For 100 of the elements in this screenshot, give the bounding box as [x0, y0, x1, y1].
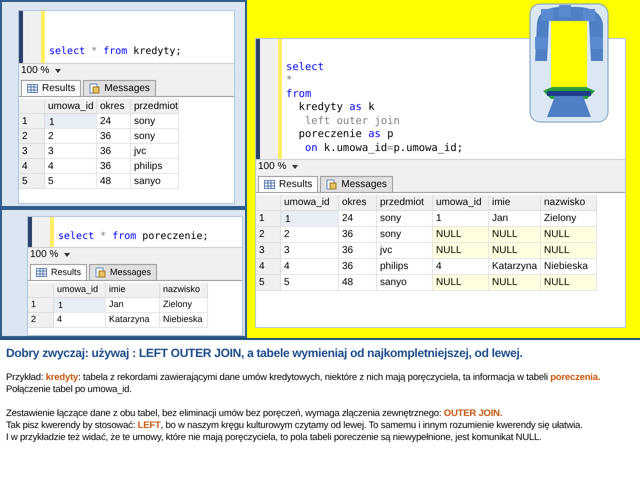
table-cell: 36	[339, 227, 377, 243]
table-cell: 36	[339, 243, 377, 259]
code-line: on k.umowa_id=p.umowa_id;	[304, 142, 464, 155]
heading: Dobry zwyczaj: używaj : LEFT OUTER JOIN, a tabele wymieniaj od najkompletniejszej, od lewej.	[6, 346, 524, 360]
column-header: nazwisko	[541, 195, 597, 211]
table-cell: Jan	[106, 298, 160, 313]
document-icon	[89, 83, 100, 94]
paragraph: I w przykładzie też widać, że te umowy, które nie mają poręczyciela, to pola tabeli poreczenie są niewypełnione, jest komunikat NULL.	[6, 432, 543, 444]
row-number: 4	[256, 259, 281, 275]
row-number: 3	[19, 144, 45, 159]
corner-header	[256, 195, 281, 211]
table-cell: 5	[45, 174, 97, 189]
row-number: 2	[256, 227, 281, 243]
table-cell: 36	[97, 144, 131, 159]
table-cell: NULL	[489, 243, 541, 259]
column-header: przedmiot	[377, 195, 433, 211]
table-cell: philips	[131, 159, 179, 174]
code-line: select * from kredyty;	[49, 45, 182, 59]
corner-header	[19, 99, 45, 114]
column-header: nazwisko	[160, 283, 208, 298]
paragraph: Przykład: kredyty: tabela z rekordami zawierającymi dane umów kredytowych, niektóre z nich mają poręczyciela, ta informacja w tabeli poreczenia. Połączenie tabel po umowa_id.	[6, 372, 602, 396]
table-cell: NULL	[433, 227, 489, 243]
code-line: select	[286, 60, 325, 74]
row-number: 5	[256, 275, 281, 291]
table-cell: NULL	[541, 275, 597, 291]
table-cell: NULL	[541, 243, 597, 259]
tab[interactable]: Messages	[320, 176, 393, 192]
dropdown-icon[interactable]	[55, 68, 62, 72]
document-icon	[326, 179, 338, 190]
code-line: *	[286, 74, 294, 88]
code-line: kredyty as k	[298, 101, 376, 114]
table-cell: 36	[339, 259, 377, 275]
tab[interactable]: Results	[21, 80, 82, 96]
table-cell: sony	[131, 114, 179, 129]
table-cell: 48	[97, 174, 131, 189]
tab[interactable]: Messages	[83, 80, 156, 96]
row-number: 4	[19, 159, 45, 174]
row-number: 1	[28, 298, 54, 313]
table-cell: 36	[97, 129, 131, 144]
table-cell: NULL	[433, 243, 489, 259]
column-header: imie	[106, 283, 160, 298]
table-cell: 24	[339, 211, 377, 227]
table-cell: 48	[339, 275, 377, 291]
table-cell: Zielony	[160, 298, 208, 313]
table-cell: NULL	[489, 227, 541, 243]
table-cell: 1	[45, 114, 97, 129]
column-header: imie	[489, 195, 541, 211]
table-cell: 1	[281, 211, 339, 227]
table-cell: Niebieska	[160, 313, 208, 328]
dropdown-icon[interactable]	[292, 164, 298, 168]
code-line: from	[286, 88, 312, 101]
row-number: 2	[19, 129, 45, 144]
table-cell: sony	[377, 211, 433, 227]
dropdown-icon[interactable]	[64, 252, 70, 256]
row-number: 3	[256, 243, 281, 259]
table-cell: 36	[97, 159, 131, 174]
table-cell: sony	[131, 129, 179, 144]
table-cell: jvc	[131, 144, 179, 159]
column-header: umowa_id	[54, 283, 106, 298]
paragraph: Zestawienie łączące dane z obu tabel, bez eliminacji umów bez poręczeń, wymaga złączenia zewnętrznego: OUTER JOIN.	[6, 408, 504, 420]
table-cell: philips	[377, 259, 433, 275]
table-cell: sanyo	[131, 174, 179, 189]
column-header: okres	[97, 99, 131, 114]
table-cell: 5	[281, 275, 339, 291]
zoom-level: 100 %	[21, 64, 50, 78]
row-number: 1	[256, 211, 281, 227]
table-cell: 4	[45, 159, 97, 174]
paragraph: Tak pisz kwerendy by stosować: LEFT, bo w naszym kręgu kulturowym czytamy od lewej. To samemu i innym rozumienie kwerendy się ułatwia.	[6, 420, 584, 432]
grid-icon	[27, 84, 38, 93]
corner-header	[28, 283, 54, 298]
code-line: poreczenie as p	[298, 128, 394, 142]
table-cell: 1	[54, 298, 106, 313]
column-header: umowa_id	[281, 195, 339, 211]
table-cell: 3	[45, 144, 97, 159]
grid-icon	[36, 268, 47, 277]
table-cell: NULL	[541, 227, 597, 243]
column-header: umowa_id	[433, 195, 489, 211]
column-header: umowa_id	[45, 99, 97, 114]
zoom-level: 100 %	[30, 248, 58, 262]
tab[interactable]: Messages	[89, 264, 158, 280]
row-number: 5	[19, 174, 45, 189]
table-cell: NULL	[433, 275, 489, 291]
table-cell: 2	[45, 129, 97, 144]
column-header: przedmiot	[131, 99, 179, 114]
table-cell: Katarzyna	[106, 313, 160, 328]
table-cell: 4	[281, 259, 339, 275]
table-cell: 2	[281, 227, 339, 243]
row-number: 1	[19, 114, 45, 129]
table-cell: NULL	[489, 275, 541, 291]
tab[interactable]: Results	[258, 176, 318, 192]
column-header: okres	[339, 195, 377, 211]
document-icon	[95, 267, 106, 278]
table-cell: 3	[281, 243, 339, 259]
grid-icon	[264, 180, 275, 189]
table-cell: 4	[54, 313, 106, 328]
row-number: 2	[28, 313, 54, 328]
tab[interactable]: Results	[30, 264, 88, 280]
zoom-level: 100 %	[258, 160, 286, 174]
table-cell: 24	[97, 114, 131, 129]
code-line: select * from poreczenie;	[58, 230, 209, 243]
